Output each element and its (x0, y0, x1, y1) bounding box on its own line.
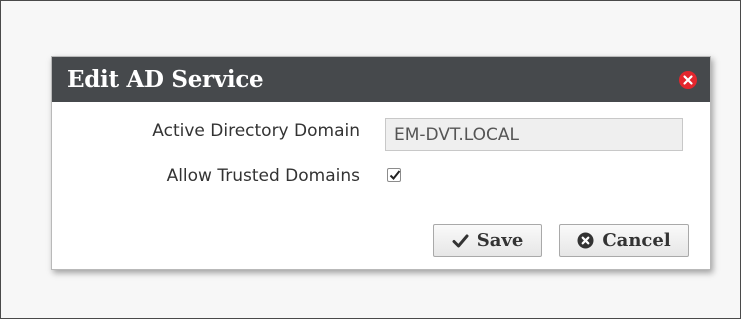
dialog-titlebar: Edit AD Service (52, 57, 710, 102)
close-icon[interactable] (679, 71, 697, 89)
save-label: Save (476, 230, 524, 251)
trusted-domains-checkbox[interactable] (387, 168, 401, 182)
cancel-button[interactable]: Cancel (559, 224, 689, 257)
dialog-title: Edit AD Service (67, 66, 264, 93)
page-frame: Edit AD Service Active Directory Domain … (0, 0, 741, 319)
trusted-domains-label: Allow Trusted Domains (166, 166, 360, 186)
domain-label: Active Directory Domain (152, 121, 360, 141)
domain-input[interactable] (385, 118, 683, 151)
edit-ad-service-dialog: Edit AD Service Active Directory Domain … (51, 56, 711, 270)
checkmark-icon (452, 234, 469, 248)
x-circle-icon (577, 232, 594, 249)
cancel-label: Cancel (602, 230, 671, 251)
save-button[interactable]: Save (433, 224, 542, 257)
